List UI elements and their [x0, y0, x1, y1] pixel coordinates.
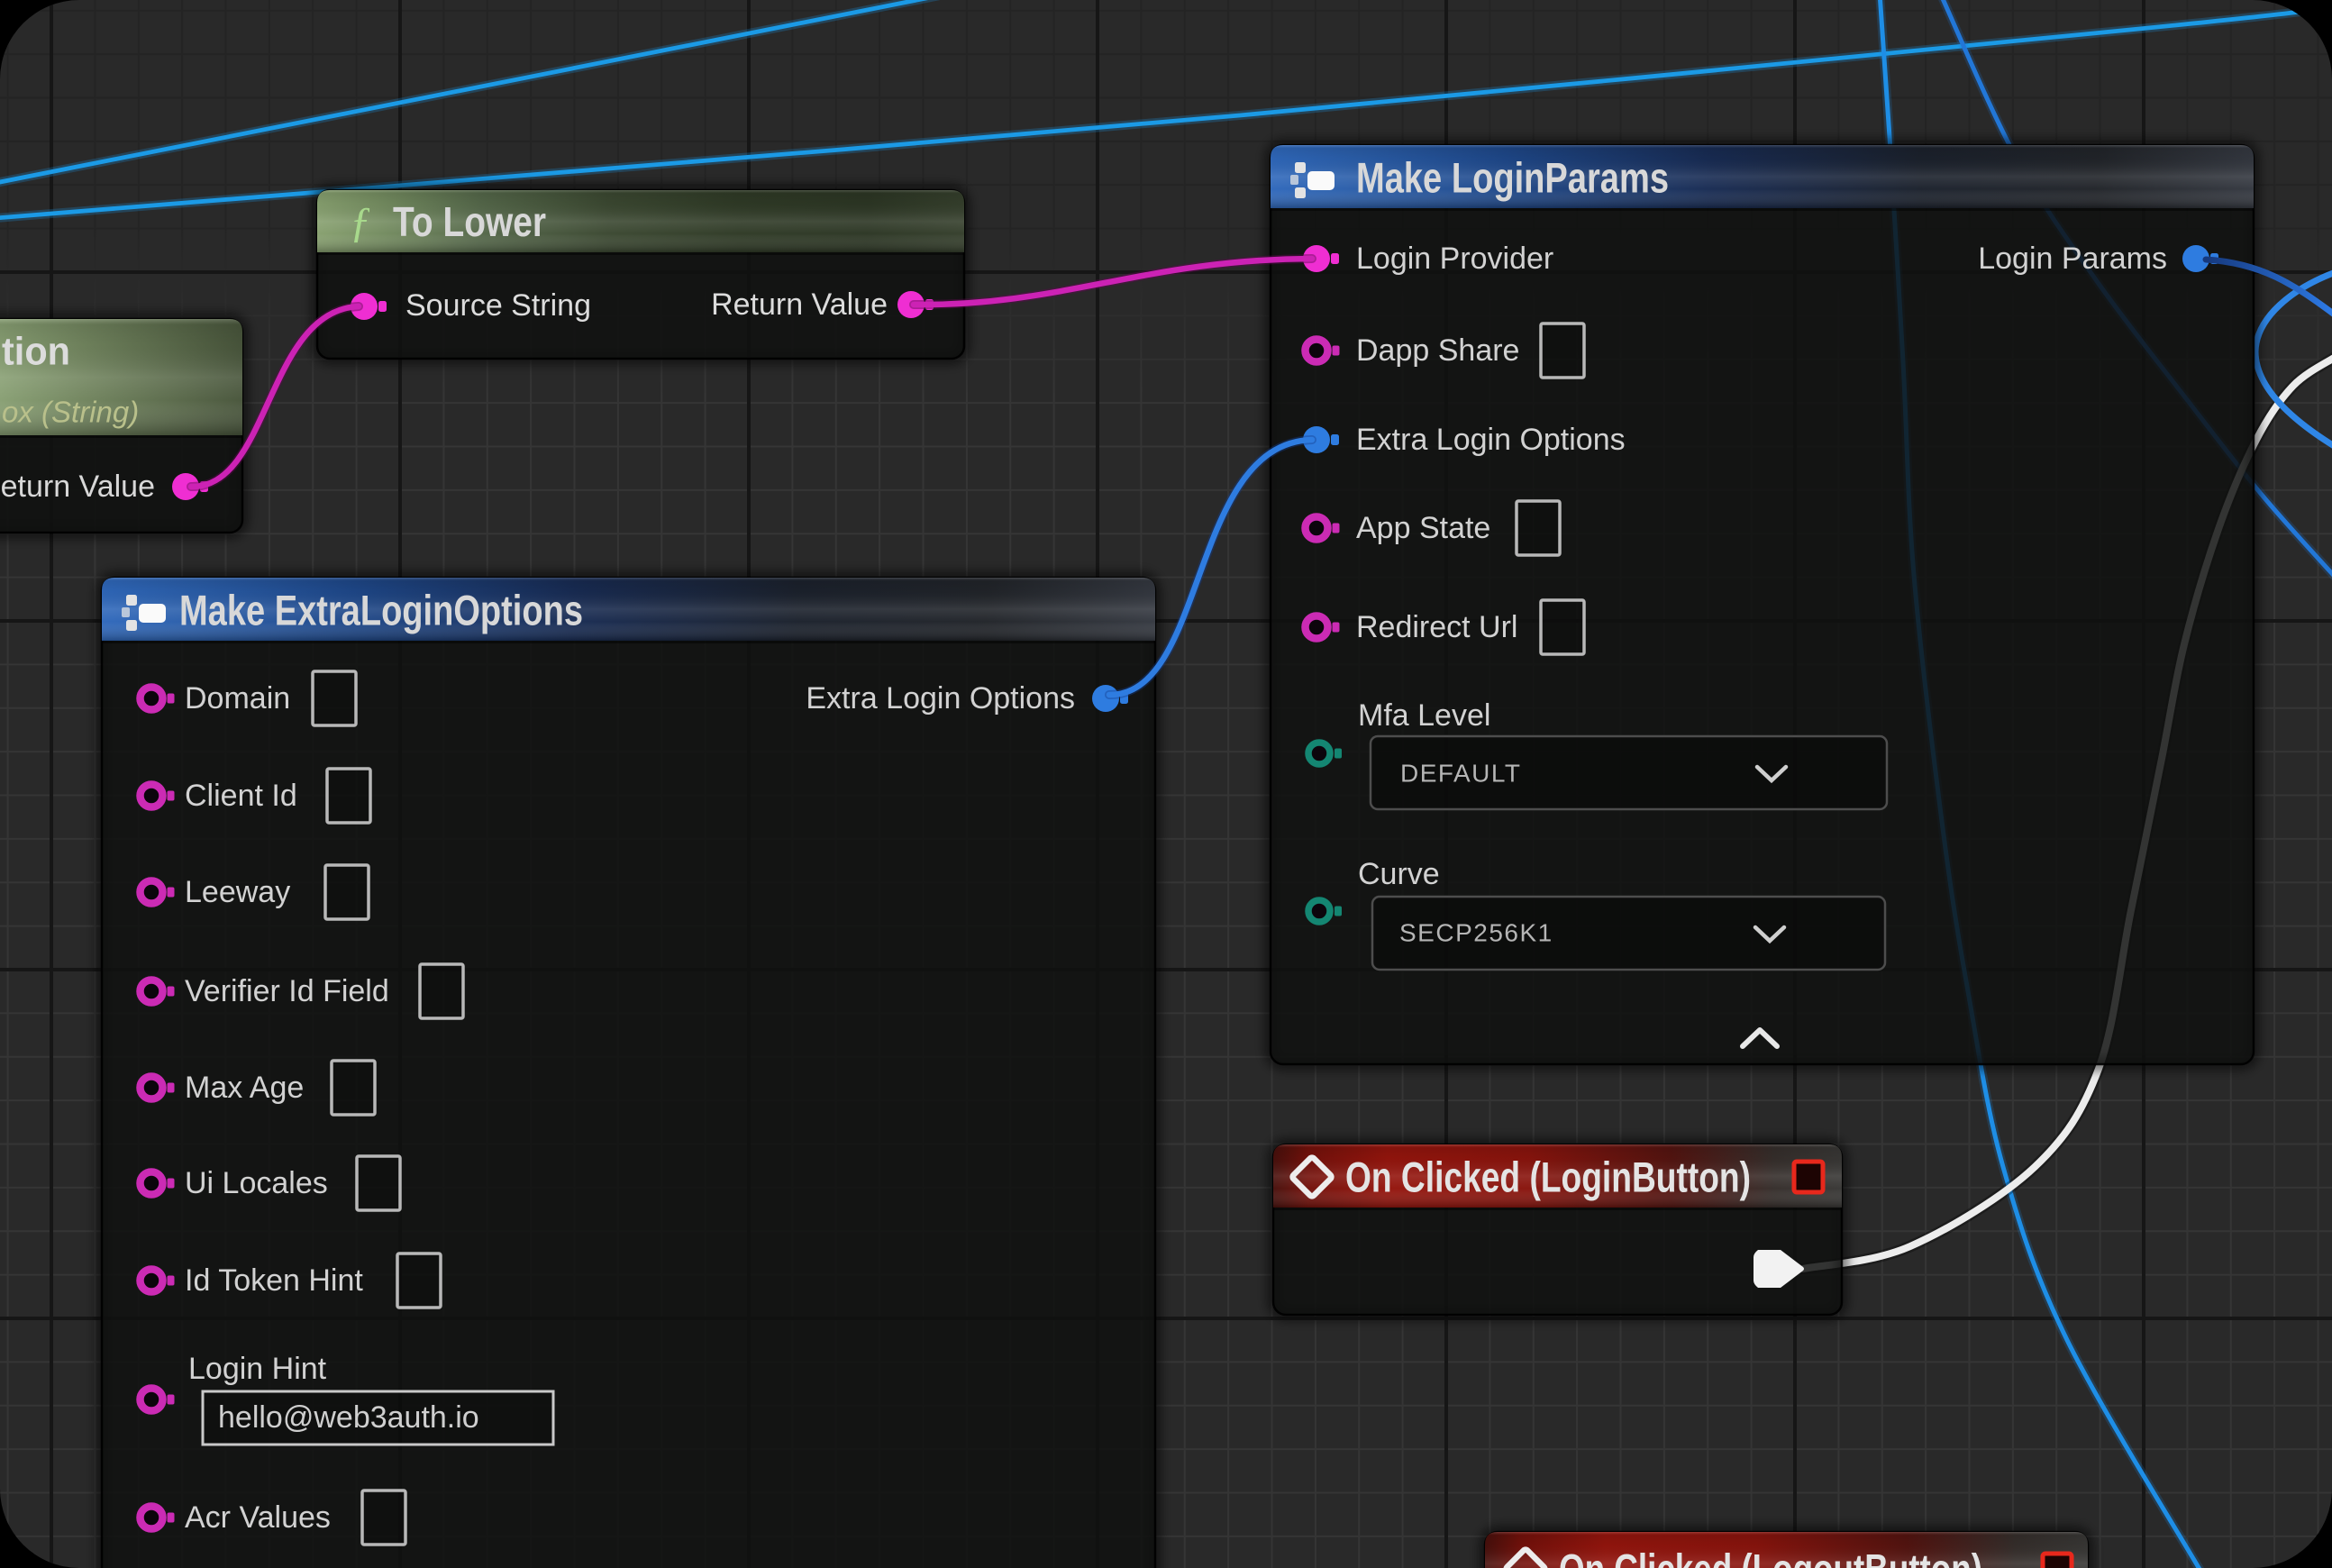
svg-text:Curve: Curve	[1358, 857, 1440, 891]
svg-text:Ui Locales: Ui Locales	[185, 1166, 328, 1200]
svg-text:Login Params: Login Params	[1978, 242, 2167, 276]
svg-text:Make LoginParams: Make LoginParams	[1356, 154, 1669, 202]
svg-text:Dapp Share: Dapp Share	[1356, 333, 1519, 368]
svg-text:Leeway: Leeway	[185, 875, 290, 909]
svg-text:DEFAULT: DEFAULT	[1400, 760, 1521, 788]
svg-text:eturn Value: eturn Value	[1, 469, 155, 504]
svg-text:Verifier Id Field: Verifier Id Field	[185, 974, 389, 1008]
svg-text:Return Value: Return Value	[711, 287, 888, 322]
svg-text:Login Provider: Login Provider	[1356, 242, 1553, 276]
svg-text:To Lower: To Lower	[393, 198, 546, 245]
svg-text:hello@web3auth.io: hello@web3auth.io	[218, 1400, 479, 1435]
svg-text:App State: App State	[1356, 511, 1490, 545]
svg-text:Client Id: Client Id	[185, 779, 297, 813]
svg-text:Max Age: Max Age	[185, 1071, 304, 1105]
svg-text:Extra Login Options: Extra Login Options	[1356, 423, 1626, 457]
svg-text:SECP256K1: SECP256K1	[1399, 919, 1553, 947]
svg-text:Source String: Source String	[405, 288, 591, 323]
svg-text:ƒ: ƒ	[350, 199, 371, 247]
svg-text:On Clicked (LogoutButton): On Clicked (LogoutButton)	[1559, 1545, 1982, 1568]
svg-text:ox (String): ox (String)	[2, 396, 139, 429]
svg-text:Acr Values: Acr Values	[185, 1500, 331, 1535]
svg-text:On Clicked (LoginButton): On Clicked (LoginButton)	[1345, 1153, 1751, 1201]
svg-text:Make ExtraLoginOptions: Make ExtraLoginOptions	[179, 587, 583, 634]
svg-text:Login Hint: Login Hint	[188, 1352, 327, 1386]
svg-text:Mfa Level: Mfa Level	[1358, 698, 1490, 733]
svg-text:Id Token Hint: Id Token Hint	[185, 1263, 363, 1298]
svg-text:Extra Login Options: Extra Login Options	[806, 681, 1075, 716]
svg-text:tion: tion	[2, 330, 70, 374]
svg-text:Domain: Domain	[185, 681, 290, 716]
svg-text:Redirect Url: Redirect Url	[1356, 610, 1517, 644]
